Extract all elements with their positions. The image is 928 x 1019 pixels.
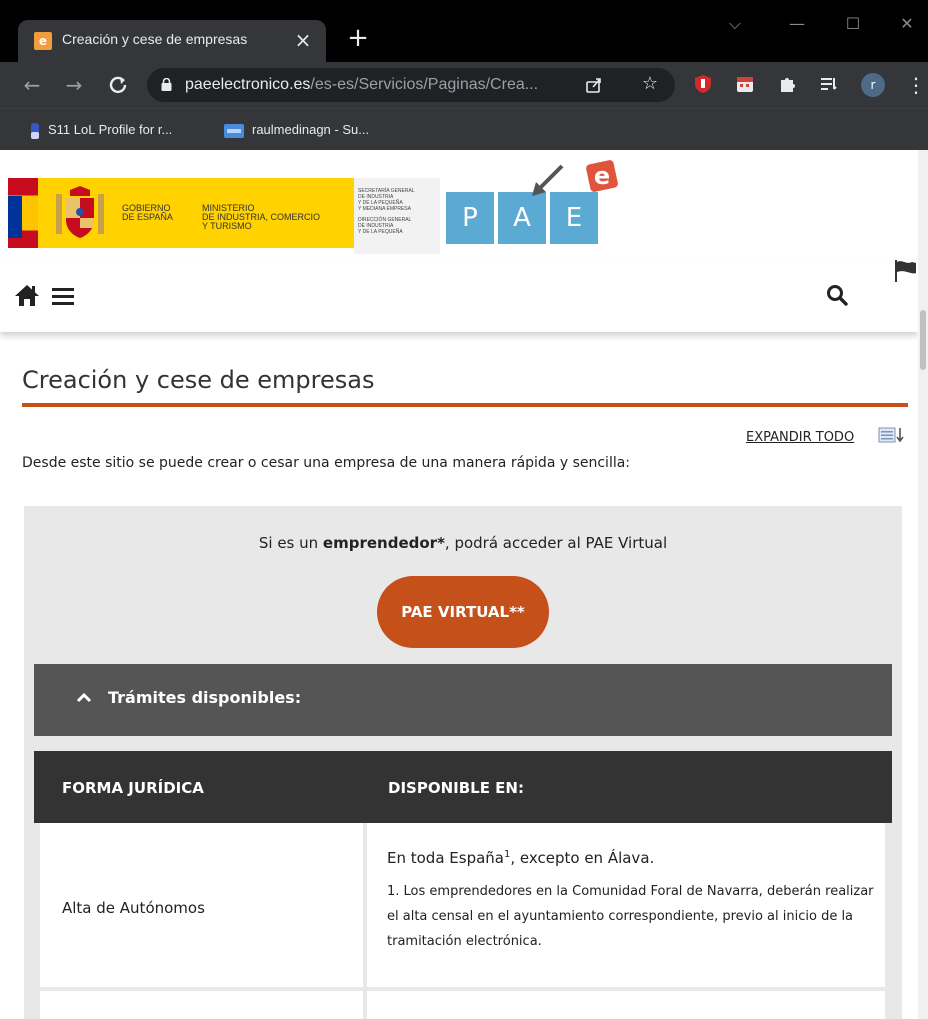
maximize-icon[interactable]: ☐ <box>838 12 868 36</box>
new-tab-plus-icon[interactable]: + <box>345 25 371 51</box>
secretaria-line: Y DE LA PEQUEÑA <box>358 229 403 235</box>
disponible-value: En toda España1, excepto en Álava. <box>387 849 654 867</box>
lock-icon <box>161 78 172 91</box>
share-icon[interactable] <box>583 74 605 96</box>
eu-flag <box>8 196 22 238</box>
address-bar[interactable]: paeelectronico.es/es-es/Servicios/Pagina… <box>147 68 675 102</box>
extensions-puzzle-icon[interactable] <box>776 73 798 95</box>
tab-strip: e Creación y cese de empresas × + ⌵ — ☐ … <box>0 0 928 62</box>
gobierno-logo[interactable]: GOBIERNO DE ESPAÑA MINISTERIO DE INDUSTR… <box>38 178 354 248</box>
close-window-icon[interactable]: ✕ <box>892 12 922 36</box>
table-cell-forma: Alta de Autónomos <box>40 823 363 987</box>
tramites-label: Trámites disponibles: <box>108 688 302 707</box>
chevron-up-icon <box>76 692 92 703</box>
site-favicon-icon: e <box>34 32 52 50</box>
expand-all-link[interactable]: EXPANDIR TODO <box>746 430 854 445</box>
pae-badge-letter: e <box>594 162 610 190</box>
table-header: FORMA JURÍDICA DISPONIBLE EN: <box>34 751 892 823</box>
bookmark-item[interactable]: raulmedinagn - Su... <box>224 119 369 141</box>
bookmark-favicon-icon <box>31 122 39 139</box>
table-cell-disponible <box>367 991 885 1019</box>
calendar-extension-icon[interactable] <box>734 73 756 95</box>
table-cell-disponible: En toda España1, excepto en Álava. 1. Lo… <box>367 823 885 987</box>
emprendedor-suffix: , podrá acceder al PAE Virtual <box>444 534 668 552</box>
page-title: Creación y cese de empresas <box>22 366 375 394</box>
browser-menu-icon[interactable]: ⋮ <box>906 73 926 97</box>
scrollbar-thumb[interactable] <box>920 310 926 370</box>
bookmark-label: S11 LoL Profile for r... <box>48 122 173 137</box>
site-navbar <box>0 260 918 332</box>
title-divider <box>22 403 908 407</box>
electronic-badge-icon: e <box>586 160 618 192</box>
column-header-forma: FORMA JURÍDICA <box>62 779 204 797</box>
footnote-text: 1. Los emprendedores en la Comunidad For… <box>387 884 874 949</box>
browser-tab[interactable]: e Creación y cese de empresas × <box>18 20 326 62</box>
web-page: GOBIERNO DE ESPAÑA MINISTERIO DE INDUSTR… <box>0 150 928 1019</box>
reading-list-icon[interactable] <box>818 73 840 95</box>
browser-chrome: e Creación y cese de empresas × + ⌵ — ☐ … <box>0 0 928 150</box>
ublock-extension-icon[interactable] <box>692 73 714 95</box>
intro-text: Desde este sitio se puede crear o cesar … <box>22 455 631 471</box>
url-path: /es-es/Servicios/Paginas/Crea... <box>310 76 539 93</box>
tab-title: Creación y cese de empresas <box>62 31 248 47</box>
home-icon[interactable] <box>14 282 40 308</box>
pae-virtual-panel: Si es un emprendedor*, podrá acceder al … <box>24 506 902 1019</box>
table-cell-forma <box>40 991 363 1019</box>
arrow-pointer-icon <box>532 164 564 196</box>
emprendedor-bold: emprendedor* <box>322 534 445 552</box>
url-host: paeelectronico.es <box>185 76 311 93</box>
tab-close-icon[interactable]: × <box>292 29 314 51</box>
disponible-rest: , excepto en Álava. <box>510 849 655 867</box>
ministerio-text: MINISTERIO DE INDUSTRIA, COMERCIO Y TURI… <box>202 204 320 231</box>
government-banner: GOBIERNO DE ESPAÑA MINISTERIO DE INDUSTR… <box>0 166 440 254</box>
secretaria-logo: SECRETARÍA GENERAL DE INDUSTRIA Y DE LA … <box>354 178 440 254</box>
bookmark-item[interactable]: S11 LoL Profile for r... <box>30 119 172 141</box>
column-header-disponible: DISPONIBLE EN: <box>388 779 524 797</box>
reload-icon[interactable] <box>104 71 132 99</box>
page-scrollbar[interactable] <box>918 150 928 1019</box>
tab-search-chevron-icon[interactable]: ⌵ <box>720 12 750 36</box>
profile-avatar[interactable]: r <box>861 73 885 97</box>
forma-value: Alta de Autónomos <box>62 899 205 917</box>
bookmark-favicon-icon <box>224 123 244 138</box>
secretaria-line: Y MEDIANA EMPRESA <box>358 206 411 212</box>
bookmark-label: raulmedinagn - Su... <box>252 122 370 137</box>
secretaria-text: SECRETARÍA GENERAL DE INDUSTRIA Y DE LA … <box>358 188 415 235</box>
gobierno-line: DE ESPAÑA <box>122 212 173 222</box>
bookmark-star-icon[interactable]: ☆ <box>639 73 661 95</box>
expand-list-icon[interactable] <box>878 426 904 444</box>
disponible-main: En toda España <box>387 849 504 867</box>
pae-virtual-button[interactable]: PAE VIRTUAL** <box>377 576 549 648</box>
search-icon[interactable] <box>826 284 848 306</box>
bookmarks-bar: S11 LoL Profile for r... raulmedinagn - … <box>0 108 928 150</box>
ministerio-line: Y TURISMO <box>202 221 252 231</box>
back-arrow-icon[interactable]: ← <box>18 71 46 99</box>
language-flag-icon[interactable] <box>892 258 920 284</box>
browser-toolbar: ← → paeelectronico.es/es-es/Servicios/Pa… <box>0 62 928 108</box>
pae-letter-p: P <box>446 192 494 244</box>
tramites-accordion-header[interactable]: Trámites disponibles: <box>34 664 892 736</box>
coat-of-arms-icon <box>56 186 104 238</box>
pae-logo[interactable]: P A E e <box>442 160 622 250</box>
gobierno-text: GOBIERNO DE ESPAÑA <box>122 204 173 222</box>
emprendedor-prefix: Si es un <box>258 534 323 552</box>
emprendedor-text: Si es un emprendedor*, podrá acceder al … <box>24 534 902 552</box>
hamburger-menu-icon[interactable] <box>52 286 74 306</box>
minimize-icon[interactable]: — <box>782 12 812 36</box>
forward-arrow-icon[interactable]: → <box>60 71 88 99</box>
url-text: paeelectronico.es/es-es/Servicios/Pagina… <box>185 76 538 94</box>
